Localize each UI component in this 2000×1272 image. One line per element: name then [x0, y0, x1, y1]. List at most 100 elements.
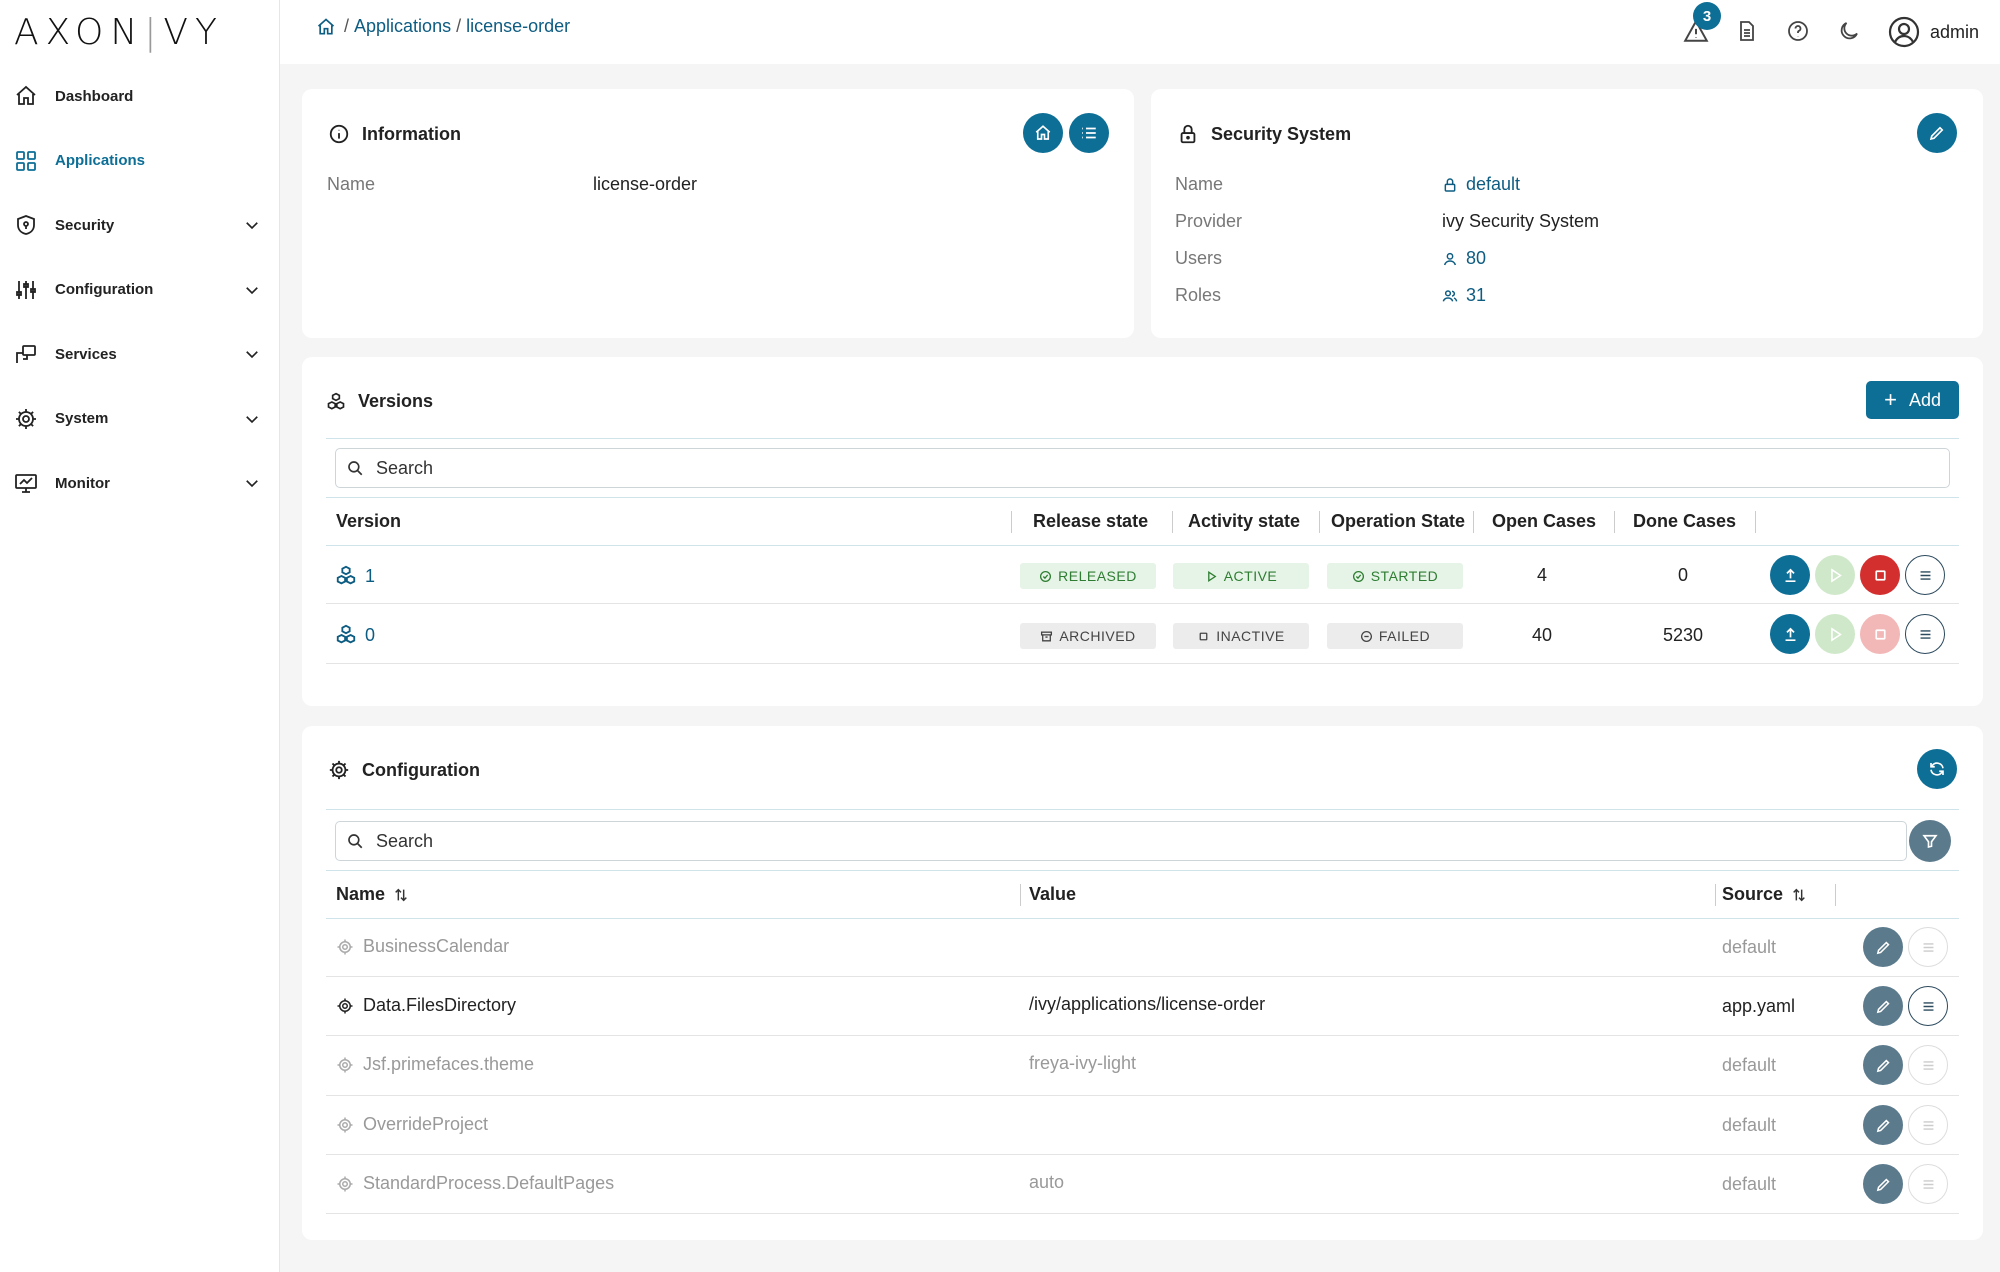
stop-button[interactable] — [1860, 614, 1900, 654]
config-menu-button[interactable] — [1908, 1045, 1948, 1085]
stop-icon — [1874, 628, 1886, 640]
users-label: Users — [1175, 248, 1223, 268]
config-menu-button[interactable] — [1908, 927, 1948, 967]
security-system-title: Security System — [1177, 123, 1351, 145]
edit-config-button[interactable] — [1863, 927, 1903, 967]
versions-search[interactable] — [335, 448, 1950, 488]
status-badge-archived: ARCHIVED — [1020, 623, 1156, 649]
stop-icon — [1199, 632, 1208, 640]
document-icon[interactable] — [1735, 18, 1759, 44]
configuration-search-input[interactable] — [376, 830, 1906, 852]
sort-icon — [395, 888, 407, 901]
start-button[interactable] — [1815, 614, 1855, 654]
moon-icon[interactable] — [1837, 18, 1861, 44]
sidebar-item-security[interactable]: Security — [0, 193, 279, 258]
add-version-button[interactable]: + Add — [1866, 381, 1959, 419]
hamburger-icon — [1920, 629, 1930, 639]
divider — [326, 918, 1959, 919]
menu-button[interactable] — [1905, 614, 1945, 654]
users-icon — [1442, 289, 1458, 302]
sidebar-item-configuration[interactable]: Configuration — [0, 258, 279, 323]
gear-icon — [337, 939, 353, 954]
list-button[interactable] — [1069, 113, 1109, 153]
deploy-button[interactable] — [1770, 614, 1810, 654]
sort-icon — [1793, 888, 1805, 901]
breadcrumb-separator: / — [344, 16, 350, 36]
status-badge-started: STARTED — [1327, 563, 1463, 589]
configuration-search[interactable] — [335, 821, 1907, 861]
col-divider — [1755, 511, 1756, 533]
done-cases: 5230 — [1662, 625, 1704, 645]
hamburger-icon — [1923, 1179, 1933, 1189]
config-menu-button[interactable] — [1908, 1105, 1948, 1145]
sidebar-item-dashboard[interactable]: Dashboard — [0, 64, 279, 129]
gear-icon — [337, 1057, 353, 1072]
col-version[interactable]: Version — [336, 511, 401, 532]
config-source: default — [1722, 1174, 1777, 1194]
security-name-link[interactable]: default — [1442, 174, 1520, 195]
edit-config-button[interactable] — [1863, 986, 1903, 1026]
sidebar-item-applications[interactable]: Applications — [0, 129, 279, 194]
sidebar-item-label: Monitor — [55, 474, 110, 492]
pencil-icon — [1876, 999, 1890, 1013]
users-link[interactable]: 80 — [1442, 248, 1486, 269]
version-link-1[interactable]: 1 — [335, 565, 375, 587]
config-menu-button[interactable] — [1908, 1164, 1948, 1204]
breadcrumb-current[interactable]: license-order — [466, 16, 570, 37]
col-divider — [1011, 511, 1012, 533]
row-divider — [326, 976, 1959, 977]
col-operation-state[interactable]: Operation State — [1331, 511, 1465, 532]
name-value: license-order — [593, 174, 698, 194]
config-value: auto — [1029, 1172, 1065, 1192]
version-link-0[interactable]: 0 — [335, 624, 375, 646]
sidebar-item-label: Dashboard — [55, 87, 134, 105]
col-release-state[interactable]: Release state — [1033, 511, 1148, 532]
monitor-icon — [15, 474, 37, 494]
home-icon[interactable] — [316, 17, 336, 37]
versions-search-input[interactable] — [376, 457, 1949, 479]
user-menu[interactable]: admin — [1888, 16, 1979, 48]
sidebar-item-label: Security — [55, 216, 115, 234]
roles-link[interactable]: 31 — [1442, 285, 1486, 306]
stop-button[interactable] — [1860, 555, 1900, 595]
user-avatar-icon — [1888, 16, 1920, 48]
sidebar-item-system[interactable]: System — [0, 387, 279, 452]
grid-icon — [16, 150, 36, 171]
refresh-button[interactable] — [1917, 749, 1957, 789]
col-value[interactable]: Value — [1029, 884, 1076, 905]
config-menu-button[interactable] — [1908, 986, 1948, 1026]
chevron-down-icon — [246, 480, 258, 488]
config-source: default — [1722, 1115, 1777, 1135]
breadcrumb-applications[interactable]: Applications — [354, 16, 451, 37]
edit-config-button[interactable] — [1863, 1164, 1903, 1204]
check-circle-icon — [1352, 570, 1364, 582]
security-name-label: Name — [1175, 174, 1224, 194]
config-name: StandardProcess.DefaultPages — [336, 1173, 614, 1194]
col-source[interactable]: Source — [1722, 884, 1807, 905]
home-button[interactable] — [1023, 113, 1063, 153]
deploy-button[interactable] — [1770, 555, 1810, 595]
edit-security-button[interactable] — [1917, 113, 1957, 153]
col-open-cases[interactable]: Open Cases — [1492, 511, 1596, 532]
upload-icon — [1785, 627, 1795, 641]
sidebar-item-monitor[interactable]: Monitor — [0, 451, 279, 516]
col-divider — [1172, 511, 1173, 533]
col-name[interactable]: Name — [336, 884, 409, 905]
help-icon[interactable] — [1786, 18, 1810, 44]
col-done-cases[interactable]: Done Cases — [1633, 511, 1736, 532]
archive-icon — [1041, 631, 1053, 641]
cubes-icon — [336, 624, 356, 644]
edit-config-button[interactable] — [1863, 1045, 1903, 1085]
chevron-down-icon — [246, 222, 258, 230]
col-divider — [1835, 884, 1836, 906]
info-icon — [329, 124, 349, 144]
edit-config-button[interactable] — [1863, 1105, 1903, 1145]
menu-button[interactable] — [1905, 555, 1945, 595]
start-button[interactable] — [1815, 555, 1855, 595]
logo: AXON|VY — [14, 12, 225, 53]
col-activity-state[interactable]: Activity state — [1188, 511, 1300, 532]
sidebar-item-label: Applications — [55, 152, 146, 170]
divider — [326, 545, 1959, 546]
sidebar-item-services[interactable]: Services — [0, 322, 279, 387]
filter-button[interactable] — [1909, 820, 1951, 862]
